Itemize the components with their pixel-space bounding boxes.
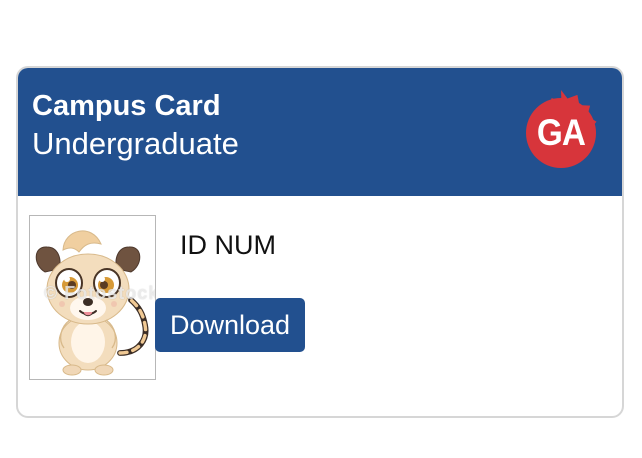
card-subtitle: Undergraduate: [32, 126, 239, 161]
id-number-label: ID NUM: [180, 230, 276, 260]
card-header: Campus Card Undergraduate GA: [18, 68, 622, 196]
campus-card: Campus Card Undergraduate GA © Fotostock…: [16, 66, 624, 418]
ga-seal-icon: GA: [518, 90, 604, 176]
photo-watermark: © Fotostock: [44, 283, 156, 303]
logo-text: GA: [536, 112, 586, 153]
download-button[interactable]: Download: [155, 298, 305, 352]
card-title: Campus Card: [32, 90, 221, 122]
student-photo: © Fotostock: [29, 215, 156, 380]
